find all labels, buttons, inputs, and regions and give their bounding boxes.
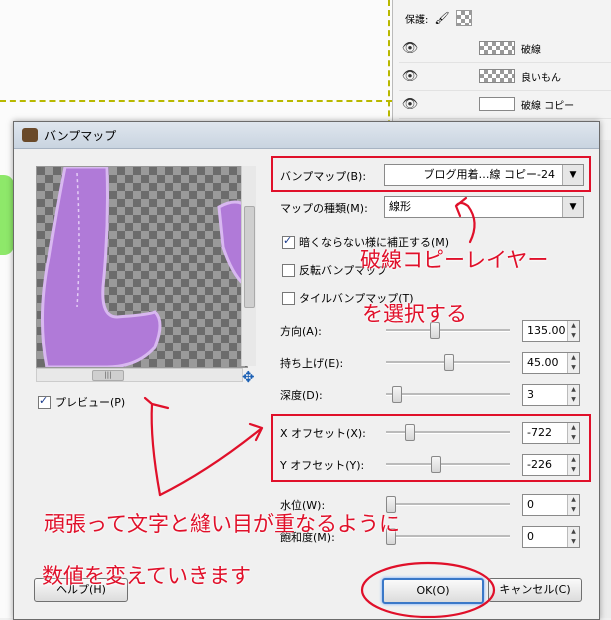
slider-handle[interactable] (444, 354, 454, 371)
move-icon[interactable]: ✥ (242, 368, 255, 386)
maptype-label: マップの種類(M): (280, 202, 368, 215)
cancel-button[interactable]: キャンセル(C) (488, 578, 582, 602)
eye-icon[interactable]: 👁 (399, 41, 421, 56)
dialog-titlebar[interactable]: バンプマップ (14, 122, 599, 149)
spin-arrows-icon[interactable]: ▲ ▼ (567, 495, 579, 515)
lock-alpha-icon[interactable] (455, 10, 472, 26)
maptype-value: 線形 (389, 200, 411, 213)
ok-button[interactable]: OK(O) (382, 578, 484, 604)
layer-thumbnail (479, 69, 515, 83)
param-label: 持ち上げ(E): (280, 357, 344, 370)
layer-row[interactable]: 👁 破線 コピー (399, 90, 611, 119)
maptype-select[interactable]: 線形 ▼ (384, 196, 584, 218)
eye-icon[interactable]: 👁 (399, 69, 421, 84)
lock-label: 保護: (405, 14, 429, 26)
layer-name: 破線 (521, 44, 541, 56)
dropdown-arrow-icon: ▼ (562, 197, 583, 217)
layer-name: 良いもん (521, 72, 561, 84)
invert-checkbox[interactable] (282, 263, 295, 277)
param-value: 0 (527, 530, 534, 543)
preview-label: プレビュー(P) (55, 396, 126, 409)
spin-arrows-icon[interactable]: ▲ ▼ (567, 321, 579, 341)
slider-handle[interactable] (391, 386, 402, 403)
param-spinbox[interactable]: 135.00 ▲ ▼ (522, 320, 580, 342)
gimp-icon (22, 128, 38, 142)
param-slider[interactable] (386, 494, 510, 514)
brush-icon[interactable]: 🖌 (434, 11, 449, 25)
param-spinbox[interactable]: 3 ▲ ▼ (522, 384, 580, 406)
tile-checkbox[interactable] (282, 291, 295, 305)
layer-thumbnail (479, 97, 515, 111)
param-slider[interactable] (386, 352, 510, 372)
param-slider[interactable] (386, 384, 510, 404)
canvas-artwork (0, 175, 14, 255)
annotation-adjust-line2: 数値を変えていきます (42, 564, 251, 588)
param-value: 45.00 (527, 356, 559, 369)
spin-arrows-icon[interactable]: ▲ ▼ (567, 353, 579, 373)
param-value: 0 (527, 498, 534, 511)
param-label: 方向(A): (280, 325, 322, 338)
preview-vscrollbar[interactable] (241, 166, 256, 366)
compensate-checkbox[interactable] (282, 234, 295, 249)
layer-row[interactable]: 👁 良いもん (399, 62, 611, 91)
preview-checkbox-row[interactable]: プレビュー(P) (38, 394, 125, 410)
spin-arrows-icon[interactable]: ▲ ▼ (567, 527, 579, 547)
preview-area[interactable] (36, 166, 248, 368)
param-slider[interactable] (386, 526, 510, 546)
preview-checkbox[interactable] (38, 394, 51, 409)
spin-arrows-icon[interactable]: ▲ ▼ (567, 385, 579, 405)
annotation-select-line1: 破線コピーレイヤー (360, 248, 549, 272)
param-spinbox[interactable]: 0 ▲ ▼ (522, 526, 580, 548)
annotation-box-offsets (271, 414, 591, 482)
layer-row[interactable]: 👁 破線 (399, 34, 611, 63)
annotation-adjust-line1: 頑張って文字と縫い目が重なるように (44, 512, 400, 536)
eye-icon[interactable]: 👁 (399, 97, 421, 112)
preview-hscrollbar[interactable]: ||| (36, 368, 243, 382)
param-spinbox[interactable]: 45.00 ▲ ▼ (522, 352, 580, 374)
layer-name: 破線 コピー (521, 100, 575, 112)
param-value: 3 (527, 388, 534, 401)
param-value: 135.00 (527, 324, 566, 337)
layer-thumbnail (479, 41, 515, 55)
annotation-select-line2: を選択する (362, 302, 467, 326)
param-spinbox[interactable]: 0 ▲ ▼ (522, 494, 580, 516)
bumpmap-dialog: バンプマップ ||| ✥ プレビュー(P) バンプマップ(B): ブログ用着…線… (13, 121, 600, 620)
annotation-box-bumpmap (271, 156, 591, 192)
param-label: 深度(D): (280, 389, 323, 402)
layers-panel: 保護: 🖌 👁 破線 👁 良いもん 👁 破線 コピー (392, 0, 611, 140)
dialog-title: バンプマップ (44, 128, 117, 143)
lock-row: 保護: 🖌 (405, 10, 472, 26)
